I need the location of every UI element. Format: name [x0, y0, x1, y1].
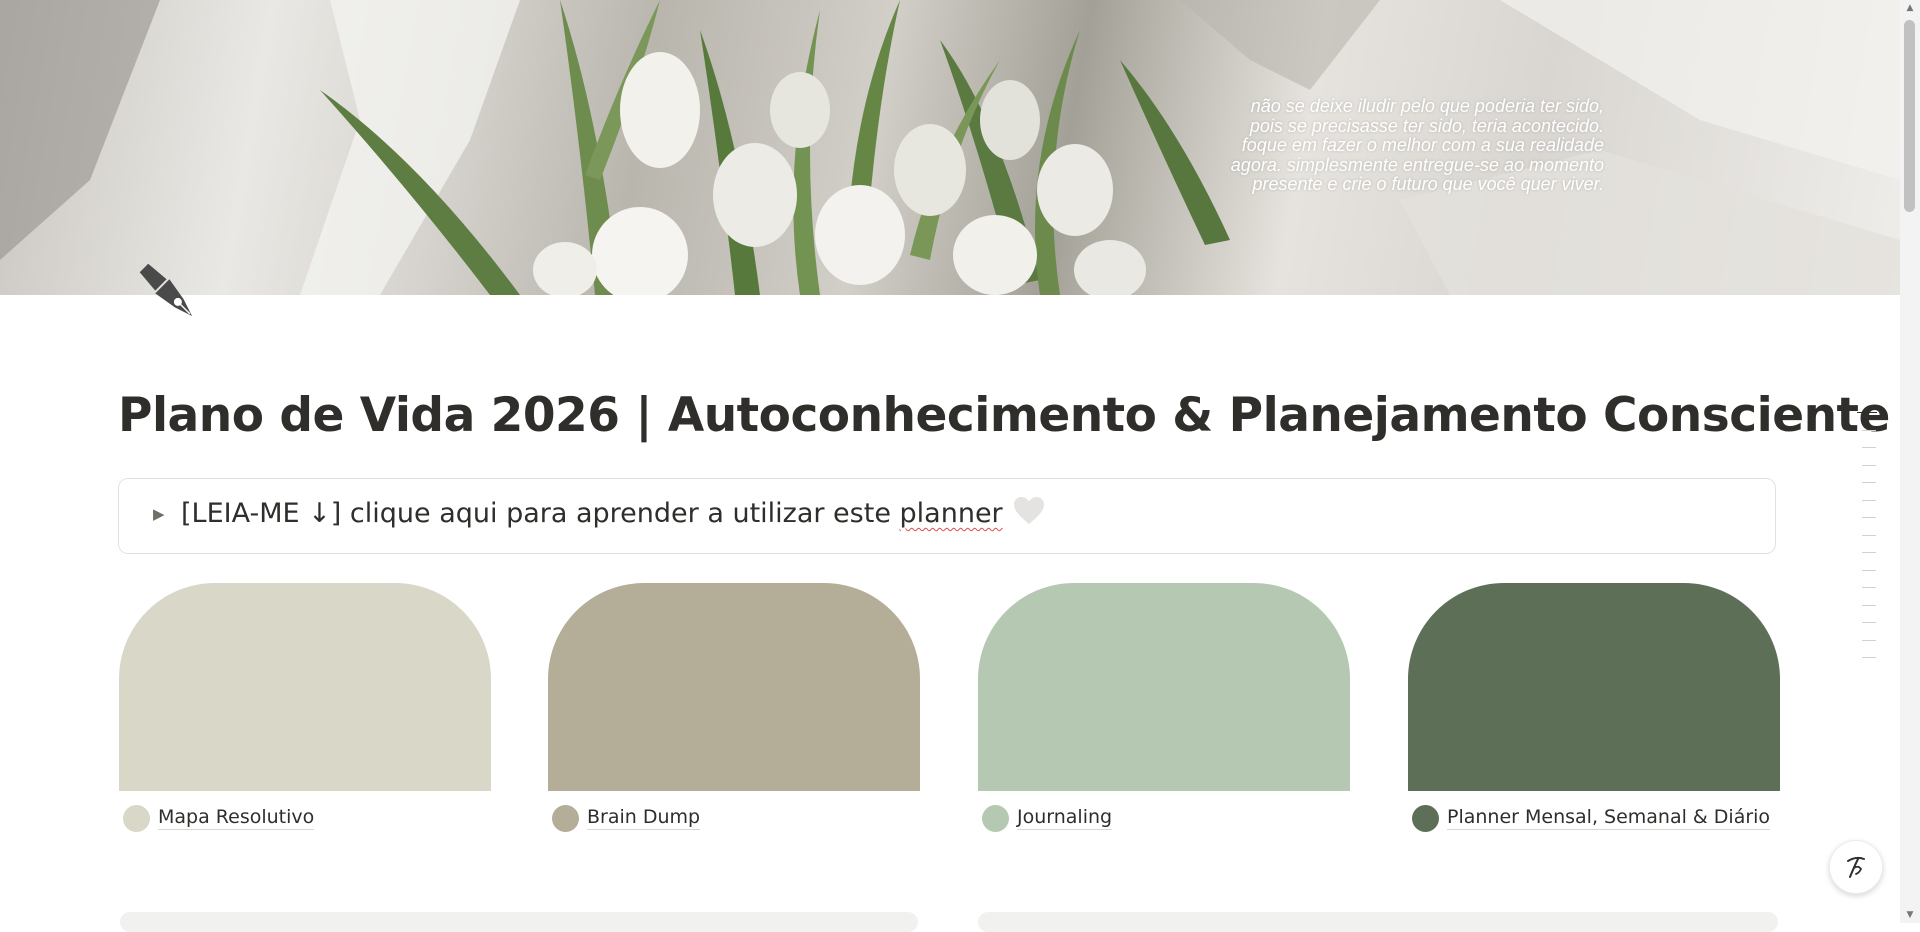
- card-label[interactable]: Planner Mensal, Semanal & Diário: [1447, 806, 1771, 830]
- circle-icon: [552, 804, 579, 832]
- outline-item[interactable]: [1857, 412, 1877, 413]
- outline-item[interactable]: [1862, 604, 1876, 606]
- outline-item[interactable]: [1862, 587, 1876, 588]
- page-title[interactable]: Plano de Vida 2026 | Autoconhecimento & …: [118, 388, 1890, 443]
- outline-item[interactable]: [1862, 639, 1876, 641]
- readme-toggle-text[interactable]: [LEIA-ME ↓] clique aqui para aprender a …: [181, 496, 1045, 529]
- tulip-bouquet-illustration: [0, 0, 1900, 295]
- card-mapa-resolutivo[interactable]: Mapa Resolutivo: [119, 583, 491, 832]
- card-cover[interactable]: [978, 583, 1350, 791]
- outline-item[interactable]: [1862, 447, 1876, 448]
- page-outline[interactable]: [1853, 412, 1883, 675]
- next-block: [978, 912, 1778, 932]
- readme-text-planner: planner: [899, 498, 1003, 529]
- toggle-arrow-icon[interactable]: ▶: [153, 505, 165, 523]
- outline-item[interactable]: [1862, 552, 1876, 553]
- card-brain-dump[interactable]: Brain Dump: [548, 583, 920, 832]
- card-cover[interactable]: [119, 583, 491, 791]
- quote-line: agora. simplesmente entregue-se ao momen…: [1230, 154, 1604, 175]
- outline-item[interactable]: [1862, 569, 1876, 571]
- card-label[interactable]: Journaling: [1017, 806, 1113, 830]
- help-button[interactable]: [1829, 840, 1883, 894]
- quote-line: foque em fazer o melhor com a sua realid…: [1241, 135, 1604, 155]
- fountain-pen-icon[interactable]: [128, 252, 208, 332]
- help-icon: [1847, 856, 1865, 878]
- outline-item[interactable]: [1862, 517, 1876, 518]
- quote-line: pois se precisasse ter sido, teria acont…: [1249, 115, 1604, 136]
- readme-text-prefix: [LEIA-ME ↓] clique aqui para aprender a …: [181, 498, 900, 529]
- card-link[interactable]: Mapa Resolutivo: [123, 803, 315, 833]
- outline-item[interactable]: [1862, 464, 1876, 466]
- outline-item[interactable]: [1862, 534, 1876, 536]
- vertical-scrollbar[interactable]: ▲ ▼: [1900, 0, 1920, 923]
- circle-icon: [1412, 804, 1439, 832]
- card-link[interactable]: Planner Mensal, Semanal & Diário: [1412, 803, 1771, 833]
- card-link[interactable]: Journaling: [982, 803, 1113, 833]
- card-cover[interactable]: [548, 583, 920, 791]
- outline-item[interactable]: [1862, 499, 1876, 501]
- card-label[interactable]: Mapa Resolutivo: [158, 806, 315, 830]
- outline-item[interactable]: [1862, 657, 1876, 658]
- scroll-down-arrow-icon[interactable]: ▼: [1900, 907, 1920, 923]
- outline-item[interactable]: [1862, 429, 1876, 431]
- cover-quote: não se deixe iludir pelo que poderia ter…: [1144, 96, 1604, 195]
- readme-toggle-callout[interactable]: ▶ [LEIA-ME ↓] clique aqui para aprender …: [118, 478, 1776, 554]
- card-label[interactable]: Brain Dump: [587, 806, 701, 830]
- next-block: [120, 912, 918, 932]
- scroll-up-arrow-icon[interactable]: ▲: [1900, 0, 1920, 16]
- quote-line: presente e crie o futuro que você quer v…: [1252, 174, 1604, 194]
- scroll-thumb[interactable]: [1904, 20, 1915, 212]
- circle-icon: [123, 804, 150, 832]
- card-link[interactable]: Brain Dump: [552, 803, 701, 833]
- cover-image: não se deixe iludir pelo que poderia ter…: [0, 0, 1900, 295]
- card-journaling[interactable]: Journaling: [978, 583, 1350, 832]
- circle-icon: [982, 804, 1009, 832]
- card-planner-mensal[interactable]: Planner Mensal, Semanal & Diário: [1408, 583, 1780, 832]
- heart-icon: [1013, 496, 1045, 526]
- outline-item[interactable]: [1862, 482, 1876, 483]
- quote-line: não se deixe iludir pelo que poderia ter…: [1250, 96, 1604, 116]
- outline-item[interactable]: [1862, 622, 1876, 623]
- card-cover[interactable]: [1408, 583, 1780, 791]
